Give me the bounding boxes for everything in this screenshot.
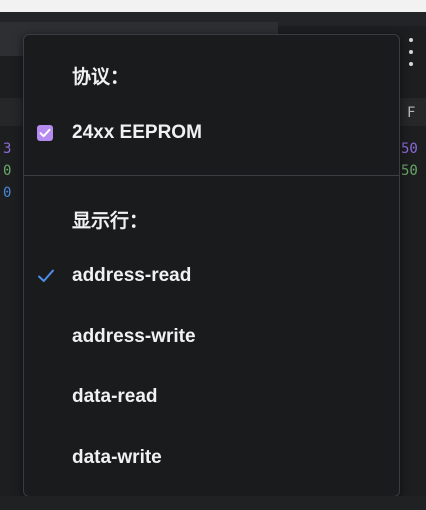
checkbox-checked-icon[interactable] xyxy=(37,125,53,141)
background-cell: 50 xyxy=(401,141,418,157)
more-options-icon[interactable] xyxy=(406,38,416,66)
background-cell: 0 xyxy=(3,163,12,179)
rows-section-title: 显示行： xyxy=(24,201,399,237)
row-item-label: address-read xyxy=(72,265,192,286)
app-background: F 3 0 0 50 50 协议： 24xx EEPROM 显示行： addre… xyxy=(0,0,426,510)
protocol-item-24xx-eeprom[interactable]: 24xx EEPROM xyxy=(24,115,399,151)
protocol-section-title: 协议： xyxy=(24,57,399,93)
row-item-data-write[interactable]: data-write xyxy=(24,440,399,476)
row-item-address-read[interactable]: address-read xyxy=(24,258,399,294)
protocol-dropdown-menu: 协议： 24xx EEPROM 显示行： address-read addres… xyxy=(23,34,400,497)
background-header-label: F xyxy=(407,105,416,121)
checkmark-icon xyxy=(38,269,54,282)
row-item-label: data-write xyxy=(72,447,162,468)
row-item-label: address-write xyxy=(72,326,196,347)
top-bar xyxy=(0,0,426,12)
row-item-label: data-read xyxy=(72,386,158,407)
row-item-address-write[interactable]: address-write xyxy=(24,319,399,355)
row-item-data-read[interactable]: data-read xyxy=(24,379,399,415)
bottom-strip xyxy=(0,496,426,510)
protocol-item-label: 24xx EEPROM xyxy=(72,122,202,143)
background-cell: 3 xyxy=(3,141,12,157)
protocol-title-label: 协议： xyxy=(72,66,130,88)
rows-title-label: 显示行： xyxy=(72,210,149,232)
background-cell: 50 xyxy=(401,163,418,179)
menu-separator xyxy=(24,175,399,176)
background-cell: 0 xyxy=(3,185,12,201)
